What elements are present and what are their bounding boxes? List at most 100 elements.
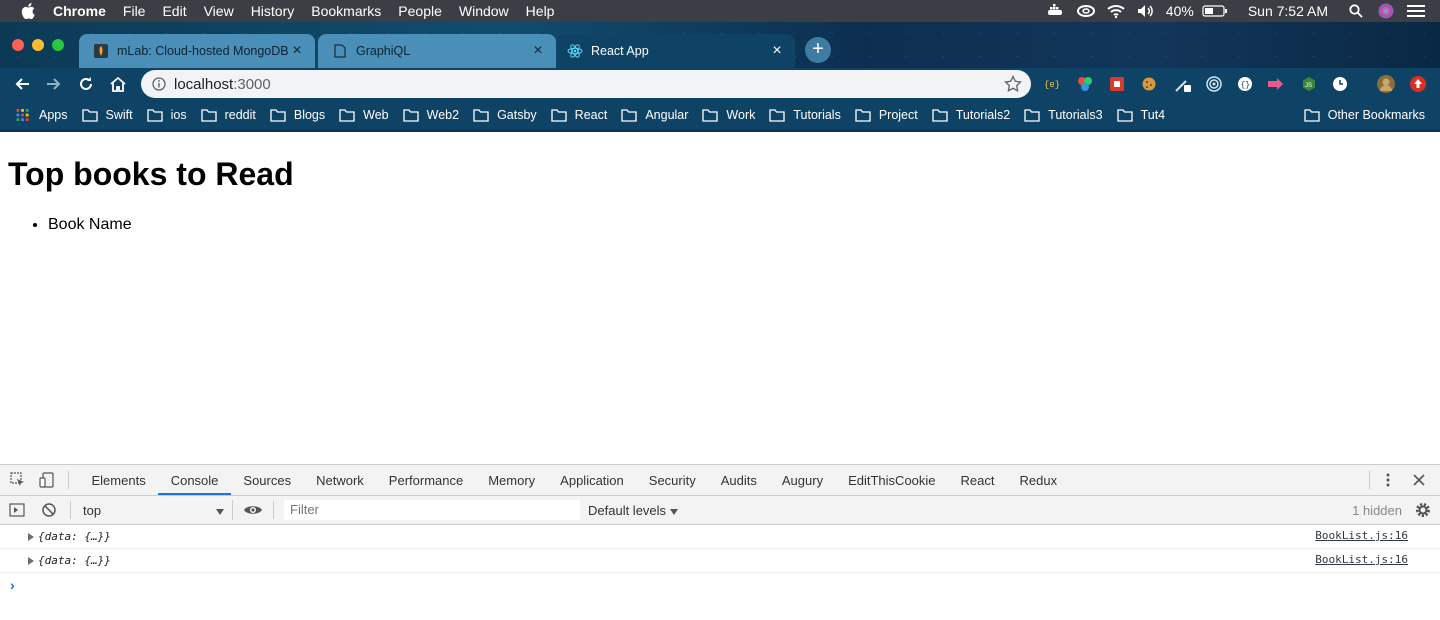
bookmark-folder-work[interactable]: Work	[702, 108, 755, 122]
arrow-extension-icon[interactable]	[1266, 74, 1286, 94]
devtools-tab-memory[interactable]: Memory	[476, 465, 548, 495]
devtools-tab-elements[interactable]: Elements	[79, 465, 158, 495]
bookmark-folder-react[interactable]: React	[551, 108, 607, 122]
devtools-tab-react[interactable]: React	[948, 465, 1007, 495]
back-button[interactable]	[12, 74, 32, 94]
log-levels-dropdown[interactable]: Default levels	[588, 503, 678, 518]
bookmark-other-bookmarks[interactable]: Other Bookmarks	[1304, 108, 1425, 122]
devtools-tab-security[interactable]: Security	[636, 465, 708, 495]
tab-react-app[interactable]: React App ×	[557, 34, 795, 68]
close-window-button[interactable]	[12, 39, 24, 51]
profile-avatar[interactable]	[1376, 74, 1396, 94]
bookmark-folder-angular[interactable]: Angular	[621, 108, 688, 122]
new-tab-button[interactable]: +	[805, 37, 831, 63]
log-message[interactable]: {data: {…}}	[38, 530, 111, 543]
bookmark-folder-project[interactable]: Project	[855, 108, 918, 122]
puzzle-extension-icon[interactable]	[1107, 74, 1127, 94]
eyedropper-extension-icon[interactable]	[1173, 74, 1193, 94]
menu-edit[interactable]: Edit	[162, 3, 186, 19]
bookmark-folder-blogs[interactable]: Blogs	[270, 108, 325, 122]
devtools-tab-augury[interactable]: Augury	[769, 465, 835, 495]
menu-app-name[interactable]: Chrome	[53, 3, 106, 19]
bookmark-folder-tutorials[interactable]: Tutorials	[769, 108, 841, 122]
target-extension-icon[interactable]	[1204, 74, 1224, 94]
bookmark-folder-gatsby[interactable]: Gatsby	[473, 108, 537, 122]
console-log-row[interactable]: {data: {…}} BookList.js:16	[0, 525, 1440, 549]
zoom-window-button[interactable]	[52, 39, 64, 51]
menu-history[interactable]: History	[251, 3, 295, 19]
tab-mlab[interactable]: mLab: Cloud-hosted MongoDB ×	[79, 34, 315, 68]
show-sidebar-icon[interactable]	[8, 501, 26, 519]
cookie-extension-icon[interactable]	[1139, 74, 1159, 94]
bookmark-folder-swift[interactable]: Swift	[81, 108, 133, 122]
color-picker-extension-icon[interactable]	[1075, 74, 1095, 94]
tab-close-icon[interactable]: ×	[769, 43, 785, 59]
live-expression-eye-icon[interactable]	[243, 502, 263, 518]
clear-console-icon[interactable]	[40, 501, 58, 519]
bookmark-folder-reddit[interactable]: reddit	[200, 108, 256, 122]
devtools-tab-redux[interactable]: Redux	[1007, 465, 1070, 495]
menu-bookmarks[interactable]: Bookmarks	[311, 3, 381, 19]
json-viewer-extension-icon[interactable]: {e}	[1043, 74, 1063, 94]
update-available-icon[interactable]	[1408, 74, 1428, 94]
bookmark-folder-tutorials3[interactable]: Tutorials3	[1024, 108, 1103, 122]
tab-close-icon[interactable]: ×	[530, 43, 546, 59]
home-button[interactable]	[108, 74, 128, 94]
devtools-tab-application[interactable]: Application	[548, 465, 637, 495]
bookmark-folder-tutorials2[interactable]: Tutorials2	[932, 108, 1010, 122]
tab-graphiql[interactable]: GraphiQL ×	[318, 34, 556, 68]
menu-file[interactable]: File	[123, 3, 146, 19]
inspect-element-icon[interactable]	[9, 471, 27, 489]
tab-close-icon[interactable]: ×	[289, 43, 305, 59]
clock[interactable]: Sun 7:52 AM	[1248, 3, 1328, 19]
expand-arrow-icon[interactable]	[28, 557, 34, 565]
minimize-window-button[interactable]	[32, 39, 44, 51]
bookmark-folder-web[interactable]: Web	[339, 108, 389, 122]
bookmark-folder-web2[interactable]: Web2	[402, 108, 459, 122]
devtools-tab-sources[interactable]: Sources	[231, 465, 304, 495]
apple-icon[interactable]	[21, 3, 35, 19]
bookmark-folder-tut4[interactable]: Tut4	[1116, 108, 1165, 122]
spotlight-search-icon[interactable]	[1346, 3, 1366, 19]
docker-icon[interactable]	[1046, 3, 1066, 19]
console-settings-gear-icon[interactable]	[1414, 501, 1432, 519]
log-source-link[interactable]: BookList.js:16	[1315, 553, 1408, 566]
devtools-tab-console[interactable]: Console	[158, 465, 231, 495]
clock-extension-icon[interactable]	[1330, 74, 1350, 94]
battery-icon[interactable]	[1202, 3, 1228, 19]
creative-cloud-icon[interactable]	[1076, 3, 1096, 19]
device-toolbar-icon[interactable]	[38, 471, 56, 489]
bookmark-apps[interactable]: Apps	[15, 108, 68, 122]
address-bar[interactable]: localhost:3000	[141, 70, 1031, 98]
bookmark-star-icon[interactable]	[1004, 74, 1022, 93]
site-info-icon[interactable]	[152, 77, 166, 91]
octotree-extension-icon[interactable]: {}	[1235, 74, 1255, 94]
forward-button[interactable]	[44, 74, 64, 94]
siri-icon[interactable]	[1376, 3, 1396, 19]
expand-arrow-icon[interactable]	[28, 533, 34, 541]
more-options-icon[interactable]	[1378, 470, 1398, 490]
nodejs-extension-icon[interactable]: JS	[1299, 74, 1319, 94]
bookmark-label: Angular	[645, 108, 689, 122]
notification-center-icon[interactable]	[1406, 3, 1426, 19]
menu-people[interactable]: People	[398, 3, 442, 19]
menu-window[interactable]: Window	[459, 3, 509, 19]
volume-icon[interactable]	[1136, 3, 1156, 19]
context-select[interactable]: top	[83, 500, 233, 520]
reload-button[interactable]	[76, 74, 96, 94]
devtools-tab-audits[interactable]: Audits	[708, 465, 769, 495]
menu-help[interactable]: Help	[526, 3, 555, 19]
log-message[interactable]: {data: {…}}	[38, 554, 111, 567]
console-log-row[interactable]: {data: {…}} BookList.js:16	[0, 549, 1440, 573]
close-devtools-icon[interactable]	[1409, 470, 1429, 490]
bookmark-folder-ios[interactable]: ios	[146, 108, 187, 122]
menu-view[interactable]: View	[204, 3, 234, 19]
console-prompt[interactable]: ›	[10, 577, 15, 593]
wifi-icon[interactable]	[1106, 3, 1126, 19]
devtools-tab-network[interactable]: Network	[304, 465, 377, 495]
log-source-link[interactable]: BookList.js:16	[1315, 529, 1408, 542]
devtools-tab-performance[interactable]: Performance	[376, 465, 475, 495]
console-filter-input[interactable]	[284, 500, 580, 520]
devtools-tab-editthiscookie[interactable]: EditThisCookie	[836, 465, 948, 495]
folder-icon	[932, 108, 948, 122]
